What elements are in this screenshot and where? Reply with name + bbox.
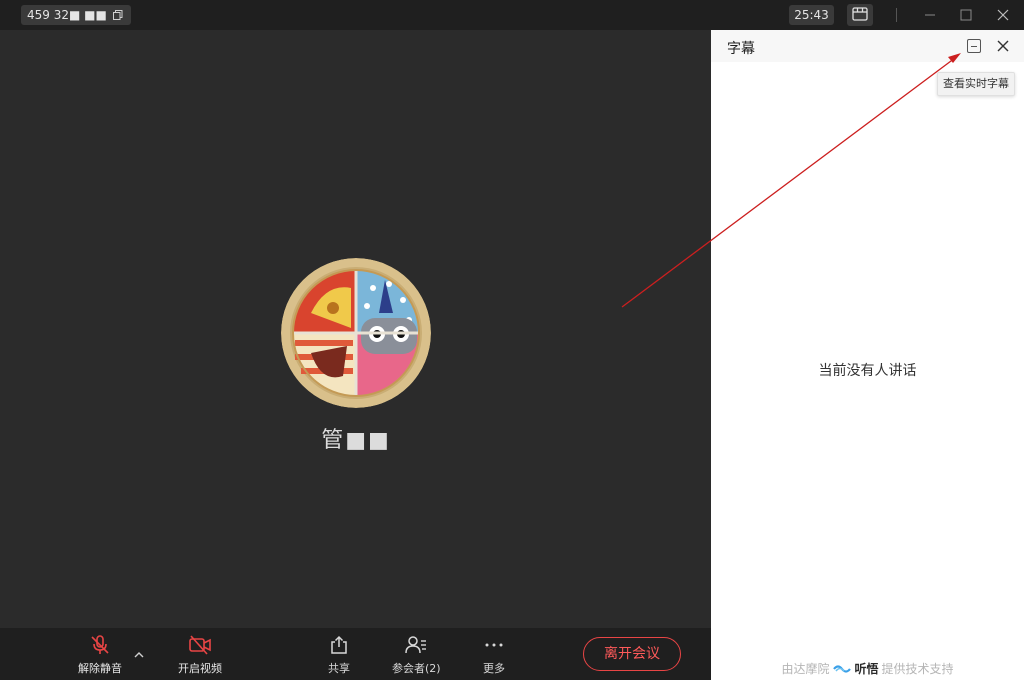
close-panel-icon[interactable] [996,38,1010,52]
video-stage: 管■■ [0,30,711,628]
start-video-label: 开启视频 [178,662,222,675]
close-window-button[interactable] [991,3,1015,27]
unmute-button[interactable]: 解除静音 [78,632,122,676]
layout-button[interactable] [847,4,873,26]
tingwu-brand: 听悟 [833,660,879,677]
participant-name: 管■■ [321,428,391,453]
meeting-id-badge[interactable]: 459 32■ ■■ [21,5,131,25]
title-bar: 459 32■ ■■ 25:43 [0,0,1024,30]
tingwu-logo-icon [833,664,852,673]
participants-label: 参会者(2) [392,662,441,675]
footer-prefix: 由达摩院 [781,662,830,676]
minimize-icon [924,6,936,25]
close-icon [997,6,1009,25]
footer-suffix: 提供技术支持 [881,662,954,676]
share-icon [326,632,352,658]
meeting-timer: 25:43 [789,5,834,25]
subtitle-panel-title: 字幕 [727,41,755,57]
powered-by-footer: 由达摩院 听悟 提供技术支持 [711,660,1024,677]
audio-options-button[interactable] [131,644,147,660]
more-button[interactable]: 更多 [481,632,507,676]
share-button[interactable]: 共享 [326,632,352,676]
share-label: 共享 [328,662,350,675]
live-subtitle-toggle-icon[interactable] [967,39,981,53]
copy-icon[interactable] [112,10,123,20]
participant-avatar [281,258,431,408]
meeting-toolbar: 解除静音 开启视频 共享 参会者(2) 更多 离开会议 [0,628,711,680]
participants-icon [403,632,429,658]
unmute-label: 解除静音 [78,662,122,675]
video-off-icon [187,632,213,658]
chevron-up-icon [134,643,144,662]
maximize-icon [960,6,972,25]
no-speaker-message: 当前没有人讲话 [818,363,917,379]
minimize-window-button[interactable] [918,3,942,27]
titlebar-divider [896,8,897,22]
microphone-muted-icon [87,632,113,658]
subtitle-panel: 字幕 查看实时字幕 当前没有人讲话 由达摩院 听悟 提供技术支持 [711,30,1024,680]
maximize-window-button[interactable] [954,3,978,27]
start-video-button[interactable]: 开启视频 [178,632,222,676]
participants-button[interactable]: 参会者(2) [392,632,441,676]
live-subtitle-tooltip: 查看实时字幕 [937,72,1015,96]
more-icon [481,632,507,658]
meeting-id-text: 459 32■ ■■ [27,8,107,22]
leave-meeting-button[interactable]: 离开会议 [583,637,681,671]
more-label: 更多 [483,662,505,675]
subtitle-panel-header: 字幕 [711,30,1024,62]
layout-icon [852,6,868,25]
footer-brand: 听悟 [854,662,879,676]
